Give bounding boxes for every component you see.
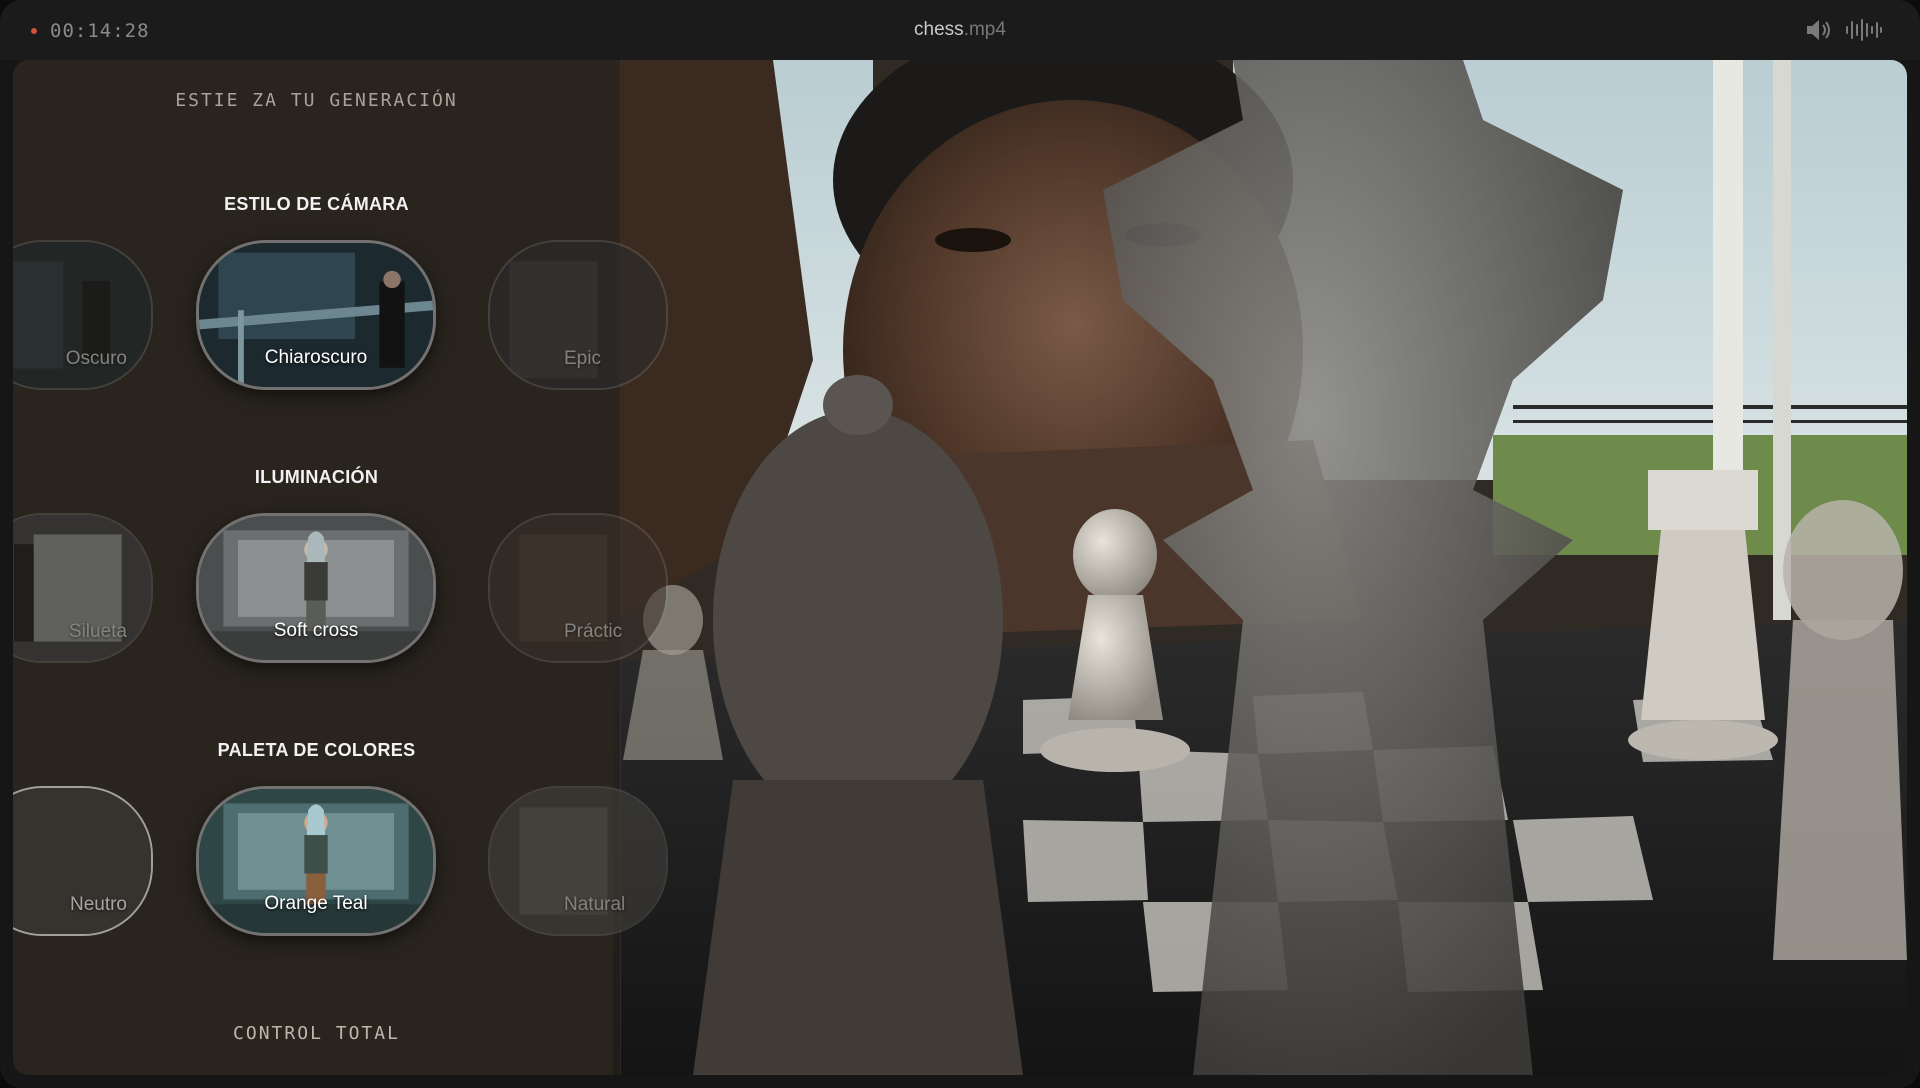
waveform-icon[interactable] [1845,17,1883,43]
video-frame[interactable]: ESTIE ZA TU GENERACIÓN ESTILO DE CÁMARA … [13,60,1907,1075]
option-label: Práctic [564,621,623,642]
section-title-camera-style: ESTILO DE CÁMARA [224,194,409,214]
option-neutro[interactable]: Neutro [13,786,153,936]
generation-settings-panel: ESTIE ZA TU GENERACIÓN ESTILO DE CÁMARA … [13,60,668,1075]
section-title-lighting: ILUMINACIÓN [254,467,379,487]
panel-footer: CONTROL TOTAL [233,1023,400,1044]
option-practical[interactable]: Práctic [488,513,668,663]
option-label: Oscuro [65,348,127,369]
option-label: Chiaroscuro [264,347,368,368]
panel-heading: ESTIE ZA TU GENERACIÓN [175,90,458,111]
option-label: Silueta [68,621,127,642]
file-name-base: chess [914,19,964,40]
speaker-icon[interactable] [1804,17,1834,43]
option-epic[interactable]: Epic [488,240,668,390]
option-oscuro[interactable]: Oscuro [13,240,153,390]
section-title-color-palette: PALETA DE COLORES [217,740,416,760]
option-soft-cross-selected[interactable]: Soft cross [196,513,436,663]
option-label: Orange Teal [264,893,368,914]
option-orange-teal-selected[interactable]: Orange Teal [196,786,436,936]
title-bar: 00:14:28 chess.mp4 [0,0,1920,60]
option-label: Soft cross [273,620,359,641]
option-natural[interactable]: Natural [488,786,668,936]
option-label: Natural [564,894,626,915]
file-name-extension: .mp4 [963,19,1006,40]
video-player-window: 00:14:28 chess.mp4 ESTIE ZA TU GENERACIÓ… [0,0,1920,1088]
option-silueta[interactable]: Silueta [13,513,153,663]
option-chiaroscuro-selected[interactable]: Chiaroscuro [196,240,436,390]
file-name: chess.mp4 [0,19,1920,41]
option-label: Neutro [69,894,127,915]
option-label: Epic [564,348,601,369]
